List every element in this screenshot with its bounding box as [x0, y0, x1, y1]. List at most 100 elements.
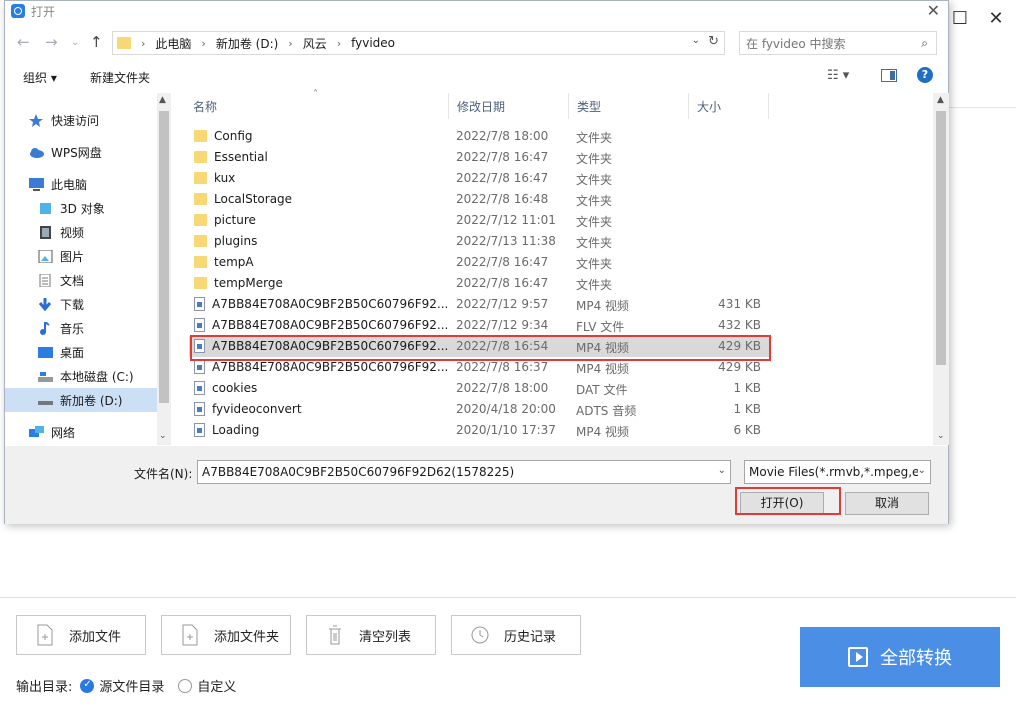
- sidebar-item-label: 视频: [60, 225, 85, 240]
- file-name: cookies: [212, 381, 258, 395]
- folder-icon: [194, 193, 207, 205]
- add-folder-label: 添加文件夹: [214, 629, 280, 645]
- crumb-this-pc[interactable]: 此电脑: [155, 35, 191, 52]
- address-bar[interactable]: › 此电脑 › 新加卷 (D:) › 风云 › fyvideo ⌄ ↻: [112, 31, 725, 55]
- radio-custom-dir[interactable]: [178, 678, 193, 693]
- file-type: 文件夹: [576, 215, 613, 229]
- clear-list-button[interactable]: 清空列表: [306, 615, 436, 655]
- scroll-down-icon[interactable]: ⌄: [937, 431, 945, 441]
- sidebar-item-network[interactable]: 网络: [5, 420, 157, 444]
- file-row[interactable]: picture 2022/7/12 11:01 文件夹: [189, 210, 769, 231]
- history-dropdown-icon[interactable]: ⌄: [71, 37, 79, 48]
- download-icon: [38, 297, 53, 311]
- add-file-button[interactable]: 添加文件: [16, 615, 146, 655]
- file-row[interactable]: cookies 2022/7/8 18:00 DAT 文件 1 KB: [189, 378, 769, 399]
- file-date: 2020/4/18 20:00: [456, 402, 556, 416]
- new-folder-button[interactable]: 新建文件夹: [90, 69, 150, 86]
- address-dropdown-icon[interactable]: ⌄: [692, 35, 700, 46]
- dialog-toolbar: 组织 ▾ 新建文件夹 ☷ ▾ ?: [5, 62, 948, 90]
- file-row[interactable]: A7BB84E708A0C9BF2B50C60796F92... 2022/7/1…: [189, 315, 769, 336]
- sidebar-item-wps-cloud[interactable]: WPS网盘: [5, 140, 157, 164]
- file-row[interactable]: LocalStorage 2022/7/8 16:48 文件夹: [189, 189, 769, 210]
- convert-all-label: 全部转换: [880, 648, 952, 669]
- source-dir-label[interactable]: 源文件目录: [99, 676, 164, 695]
- filename-dropdown-icon[interactable]: ⌄: [718, 465, 726, 476]
- filename-input[interactable]: A7BB84E708A0C9BF2B50C60796F92D62(1578225…: [197, 460, 731, 484]
- convert-all-button[interactable]: 全部转换: [800, 627, 1000, 687]
- file-row[interactable]: tempMerge 2022/7/8 16:47 文件夹: [189, 273, 769, 294]
- file-row[interactable]: kux 2022/7/8 16:47 文件夹: [189, 168, 769, 189]
- view-options-icon[interactable]: ☷ ▾: [827, 68, 849, 83]
- sidebar-item-label: 快速访问: [51, 113, 100, 128]
- crumb-fengyun[interactable]: 风云: [303, 35, 327, 52]
- file-name: LocalStorage: [214, 192, 293, 206]
- column-header-name[interactable]: 名称 ˄: [185, 89, 449, 119]
- file-row[interactable]: Loading 2020/1/10 17:37 MP4 视频 6 KB: [189, 420, 769, 441]
- scroll-up-icon[interactable]: ▲: [937, 95, 944, 105]
- column-header-date[interactable]: 修改日期: [449, 93, 569, 119]
- forward-arrow-icon[interactable]: →: [45, 33, 58, 51]
- file-name: Loading: [212, 423, 260, 437]
- search-icon: ⌕: [921, 36, 928, 50]
- breadcrumb: › 此电脑 › 新加卷 (D:) › 风云 › fyvideo: [141, 35, 405, 52]
- sidebar-item-this-pc[interactable]: 此电脑: [5, 172, 157, 196]
- file-row[interactable]: fyvideoconvert 2020/4/18 20:00 ADTS 音频 1 KB: [189, 399, 769, 420]
- file-row[interactable]: Config 2022/7/8 18:00 文件夹: [189, 126, 769, 147]
- sidebar-item-label: 文档: [60, 273, 85, 288]
- file-list-scroll-thumb[interactable]: [936, 111, 946, 365]
- file-type: ADTS 音频: [576, 404, 637, 418]
- column-header-type[interactable]: 类型: [569, 93, 689, 119]
- organize-menu[interactable]: 组织 ▾: [23, 69, 57, 86]
- scroll-up-icon[interactable]: ▲: [159, 95, 166, 105]
- radio-source-dir[interactable]: [80, 678, 95, 693]
- file-list-scrollbar[interactable]: ▲ ⌄: [933, 93, 949, 445]
- sidebar-item-videos[interactable]: 视频: [5, 220, 157, 244]
- file-size: 6 KB: [733, 423, 761, 437]
- sidebar-scroll-thumb[interactable]: [159, 111, 169, 403]
- sidebar-item-3d-objects[interactable]: 3D 对象: [5, 196, 157, 220]
- close-icon[interactable]: ✕: [983, 6, 1009, 32]
- file-size: 1 KB: [733, 381, 761, 395]
- file-type-select[interactable]: Movie Files(*.rmvb,*.mpeg,et ⌄: [744, 460, 931, 484]
- file-name-cell: kux: [194, 171, 235, 185]
- file-name-cell: A7BB84E708A0C9BF2B50C60796F92...: [194, 318, 448, 332]
- maximize-icon[interactable]: ☐: [947, 6, 973, 32]
- sidebar-item-desktop[interactable]: 桌面: [5, 340, 157, 364]
- file-date: 2022/7/8 16:37: [456, 360, 549, 374]
- crumb-fyvideo[interactable]: fyvideo: [351, 36, 395, 50]
- file-row[interactable]: A7BB84E708A0C9BF2B50C60796F92... 2022/7/1…: [189, 294, 769, 315]
- file-date: 2020/1/10 17:37: [456, 423, 556, 437]
- file-date: 2022/7/8 18:00: [456, 129, 549, 143]
- sidebar-item-volume-d[interactable]: 新加卷 (D:): [5, 388, 157, 412]
- refresh-icon[interactable]: ↻: [708, 34, 719, 49]
- column-header-size[interactable]: 大小: [689, 93, 769, 119]
- sidebar-item-quick-access[interactable]: 快速访问: [5, 108, 157, 132]
- scroll-down-icon[interactable]: ⌄: [159, 431, 167, 441]
- sidebar-item-pictures[interactable]: 图片: [5, 244, 157, 268]
- file-row[interactable]: plugins 2022/7/13 11:38 文件夹: [189, 231, 769, 252]
- file-name-cell: Essential: [194, 150, 268, 164]
- sidebar-scrollbar[interactable]: ▲ ⌄: [157, 93, 171, 445]
- sidebar-item-local-disk-c[interactable]: 本地磁盘 (C:): [5, 364, 157, 388]
- file-row[interactable]: tempA 2022/7/8 16:47 文件夹: [189, 252, 769, 273]
- file-date: 2022/7/12 9:57: [456, 297, 549, 311]
- dialog-close-icon[interactable]: ✕: [927, 1, 940, 20]
- sidebar-item-music[interactable]: 音乐: [5, 316, 157, 340]
- file-icon: [194, 381, 205, 395]
- help-icon[interactable]: ?: [917, 67, 933, 83]
- sidebar-item-downloads[interactable]: 下载: [5, 292, 157, 316]
- crumb-drive-d[interactable]: 新加卷 (D:): [216, 35, 278, 52]
- file-row[interactable]: Essential 2022/7/8 16:47 文件夹: [189, 147, 769, 168]
- back-arrow-icon[interactable]: ←: [17, 33, 30, 51]
- navigation-pane: 快速访问 WPS网盘 此电脑 3D 对象 视频 图片 文档 下载 音乐 桌面 本…: [5, 93, 171, 445]
- cancel-button[interactable]: 取消: [845, 492, 929, 515]
- file-name: Config: [214, 129, 253, 143]
- up-arrow-icon[interactable]: ↑: [90, 33, 103, 51]
- preview-pane-icon[interactable]: [881, 69, 897, 82]
- drive-icon: [38, 394, 53, 407]
- add-folder-button[interactable]: 添加文件夹: [161, 615, 291, 655]
- custom-dir-label[interactable]: 自定义: [197, 676, 236, 695]
- sidebar-item-documents[interactable]: 文档: [5, 268, 157, 292]
- search-input[interactable]: 在 fyvideo 中搜索 ⌕: [739, 31, 937, 55]
- history-button[interactable]: 历史记录: [451, 615, 581, 655]
